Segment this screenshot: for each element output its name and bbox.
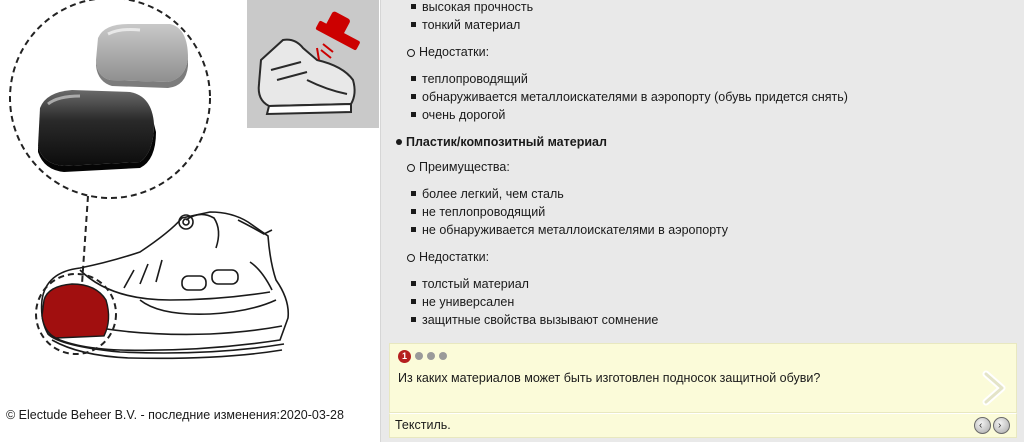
list-item: высокая прочность: [410, 0, 534, 14]
list-item: очень дорогой: [410, 108, 506, 122]
composite-pros-label: Преимущества:: [407, 160, 510, 174]
question-pager: 1: [398, 349, 447, 363]
list-item: более легкий, чем сталь: [411, 187, 564, 201]
round-prev-icon[interactable]: ‹: [974, 417, 991, 434]
illustration-panel: © Electude Beheer B.V. - последние измен…: [0, 0, 380, 442]
list-item: не универсален: [410, 295, 515, 309]
steel-cons-label: Недостатки:: [406, 45, 490, 59]
list-item: не обнаруживается металлоискателями в аэ…: [411, 223, 728, 237]
list-item: не теплопроводящий: [410, 205, 546, 219]
list-item: теплопроводящий: [411, 72, 528, 86]
hammer-impact-image: [247, 0, 379, 128]
content-panel: высокая прочность тонкий материал Недост…: [380, 0, 1024, 442]
toecap-highlight: [35, 273, 117, 355]
round-next-icon[interactable]: ›: [993, 417, 1010, 434]
list-item: тонкий материал: [410, 18, 521, 32]
quiz-answer-box: Текстиль. ‹ ›: [389, 413, 1017, 438]
answer-controls: ‹ ›: [974, 417, 1010, 434]
composite-cons-label: Недостатки:: [406, 250, 490, 264]
list-item: обнаруживается металлоискателями в аэроп…: [411, 90, 848, 104]
pager-dot-active[interactable]: 1: [398, 349, 411, 363]
quiz-question-box: 1 Из каких материалов может быть изготов…: [389, 343, 1017, 413]
quiz-question: Из каких материалов может быть изготовле…: [398, 371, 821, 385]
pager-dot[interactable]: [439, 352, 447, 360]
list-item: толстый материал: [411, 277, 529, 291]
steel-toecap-image: [38, 90, 156, 172]
quiz-answer[interactable]: Текстиль.: [395, 418, 451, 432]
bullet-content: высокая прочность тонкий материал Недост…: [381, 0, 1017, 340]
composite-heading: Пластик/композитный материал: [396, 135, 607, 149]
copyright-text: © Electude Beheer B.V. - последние измен…: [6, 408, 344, 422]
connector-line: [81, 195, 89, 285]
pager-dot[interactable]: [427, 352, 435, 360]
chevron-right-icon[interactable]: [980, 370, 1008, 406]
composite-toecap-image: [96, 24, 188, 88]
pager-dot[interactable]: [415, 352, 423, 360]
toecap-zoom-circle: [9, 0, 211, 199]
list-item: защитные свойства вызывают сомнение: [410, 313, 659, 327]
